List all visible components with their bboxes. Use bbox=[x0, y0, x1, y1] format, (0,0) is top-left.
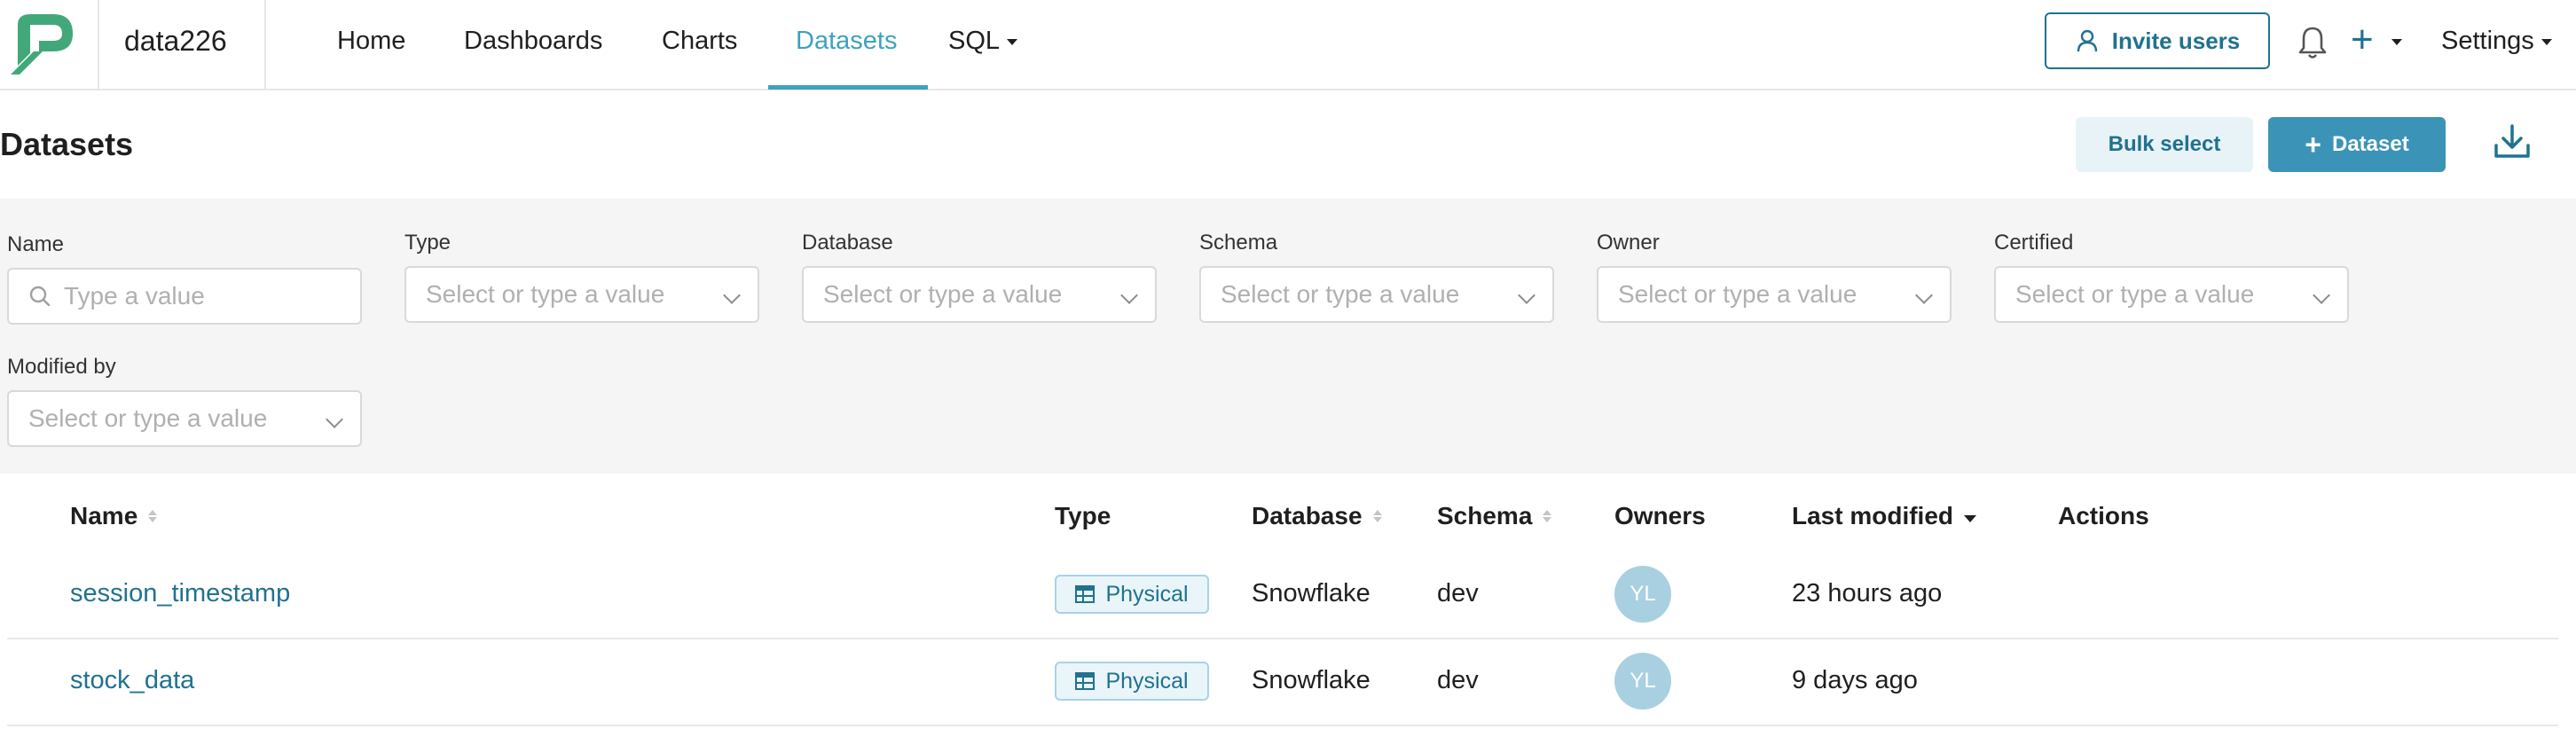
column-header-schema-label: Schema bbox=[1437, 502, 1533, 529]
dataset-name-link[interactable]: stock_data bbox=[70, 666, 194, 695]
type-badge-label: Physical bbox=[1105, 581, 1189, 607]
name-search-input[interactable]: Type a value bbox=[7, 268, 362, 325]
user-icon bbox=[2077, 29, 2097, 52]
type-badge-label: Physical bbox=[1105, 668, 1189, 694]
owner-avatar[interactable]: YL bbox=[1614, 653, 1671, 709]
chevron-down-icon bbox=[1120, 286, 1138, 304]
bulk-select-button[interactable]: Bulk select bbox=[2076, 117, 2253, 172]
caret-down-icon bbox=[2541, 38, 2552, 45]
brand-name: data226 bbox=[124, 25, 227, 57]
plus-icon: + bbox=[2305, 129, 2321, 161]
nav-dashboards[interactable]: Dashboards bbox=[464, 27, 602, 56]
column-header-last-modified[interactable]: Last modified bbox=[1792, 502, 1977, 530]
filter-label-schema: Schema bbox=[1199, 231, 1278, 255]
modified-by-select[interactable]: Select or type a value bbox=[7, 390, 362, 447]
brand-divider bbox=[264, 0, 266, 89]
download-icon[interactable] bbox=[2491, 121, 2533, 163]
column-header-name[interactable]: Name bbox=[70, 502, 158, 530]
column-header-last-modified-label: Last modified bbox=[1792, 502, 1954, 529]
database-cell: Snowflake bbox=[1252, 579, 1370, 608]
chevron-down-icon bbox=[1915, 286, 1933, 304]
caret-down-icon[interactable] bbox=[2391, 39, 2402, 45]
sort-icon bbox=[1543, 510, 1552, 522]
nav-sql[interactable]: SQL bbox=[948, 27, 1018, 56]
active-tab-indicator bbox=[768, 85, 928, 90]
name-search-placeholder: Type a value bbox=[64, 282, 205, 310]
table-icon bbox=[1075, 672, 1096, 690]
filter-label-owner: Owner bbox=[1597, 231, 1660, 255]
database-select[interactable]: Select or type a value bbox=[802, 266, 1157, 323]
sort-icon bbox=[1372, 510, 1382, 522]
type-badge: Physical bbox=[1055, 575, 1209, 614]
bell-icon[interactable] bbox=[2296, 25, 2329, 60]
type-select[interactable]: Select or type a value bbox=[404, 266, 759, 323]
schema-select[interactable]: Select or type a value bbox=[1199, 266, 1554, 323]
type-badge: Physical bbox=[1055, 662, 1209, 701]
column-header-actions: Actions bbox=[2058, 502, 2149, 530]
table-icon bbox=[1075, 585, 1096, 603]
chevron-down-icon bbox=[1518, 286, 1535, 304]
certified-select[interactable]: Select or type a value bbox=[1994, 266, 2349, 323]
column-header-name-label: Name bbox=[70, 502, 138, 529]
row-divider bbox=[7, 638, 2558, 639]
add-dataset-button[interactable]: + Dataset bbox=[2268, 117, 2446, 172]
owner-select-placeholder: Select or type a value bbox=[1618, 280, 1857, 308]
database-cell: Snowflake bbox=[1252, 666, 1370, 694]
filter-label-modified-by: Modified by bbox=[7, 355, 116, 379]
chevron-down-icon bbox=[723, 286, 741, 304]
column-header-owners-label: Owners bbox=[1614, 502, 1706, 529]
column-header-schema[interactable]: Schema bbox=[1437, 502, 1552, 530]
owner-avatar[interactable]: YL bbox=[1614, 566, 1671, 623]
nav-home[interactable]: Home bbox=[337, 27, 405, 56]
filter-label-type: Type bbox=[404, 231, 452, 255]
caret-down-icon bbox=[1007, 38, 1018, 45]
nav-datasets[interactable]: Datasets bbox=[796, 27, 897, 56]
schema-cell: dev bbox=[1437, 666, 1479, 694]
top-navbar: data226 Home Dashboards Charts Datasets … bbox=[0, 0, 2576, 90]
column-header-database[interactable]: Database bbox=[1252, 502, 1382, 530]
owner-select[interactable]: Select or type a value bbox=[1597, 266, 1952, 323]
superset-logo-icon[interactable] bbox=[7, 7, 83, 78]
last-modified-cell: 23 hours ago bbox=[1792, 579, 1943, 608]
column-header-database-label: Database bbox=[1252, 502, 1363, 529]
invite-users-label: Invite users bbox=[2111, 27, 2241, 54]
column-header-type: Type bbox=[1055, 502, 1111, 530]
schema-cell: dev bbox=[1437, 579, 1479, 608]
search-icon bbox=[29, 286, 51, 307]
last-modified-cell: 9 days ago bbox=[1792, 666, 1918, 694]
page-title: Datasets bbox=[0, 126, 134, 162]
settings-menu[interactable]: Settings bbox=[2441, 27, 2552, 56]
nav-sql-label: SQL bbox=[948, 27, 1001, 55]
chevron-down-icon bbox=[2313, 286, 2330, 304]
filter-label-database: Database bbox=[802, 231, 893, 255]
sort-descending-icon bbox=[1964, 515, 1977, 522]
dataset-name-link[interactable]: session_timestamp bbox=[70, 579, 290, 608]
column-header-actions-label: Actions bbox=[2058, 502, 2149, 529]
filters-panel: Name Type a value Type Select or type a … bbox=[0, 199, 2576, 474]
settings-label: Settings bbox=[2441, 27, 2534, 55]
modified-by-select-placeholder: Select or type a value bbox=[28, 404, 268, 432]
schema-select-placeholder: Select or type a value bbox=[1221, 280, 1460, 308]
sort-icon bbox=[148, 510, 158, 522]
filter-label-certified: Certified bbox=[1994, 231, 2074, 255]
chevron-down-icon bbox=[326, 411, 343, 428]
row-divider bbox=[7, 725, 2558, 726]
plus-icon[interactable]: + bbox=[2351, 18, 2374, 62]
certified-select-placeholder: Select or type a value bbox=[2015, 280, 2255, 308]
logo-divider bbox=[98, 0, 99, 89]
invite-users-button[interactable]: Invite users bbox=[2045, 12, 2270, 69]
nav-charts[interactable]: Charts bbox=[662, 27, 737, 56]
column-header-type-label: Type bbox=[1055, 502, 1111, 529]
database-select-placeholder: Select or type a value bbox=[823, 280, 1063, 308]
column-header-owners: Owners bbox=[1614, 502, 1706, 530]
filter-label-name: Name bbox=[7, 232, 65, 256]
add-dataset-label: Dataset bbox=[2331, 132, 2409, 156]
type-select-placeholder: Select or type a value bbox=[426, 280, 665, 308]
